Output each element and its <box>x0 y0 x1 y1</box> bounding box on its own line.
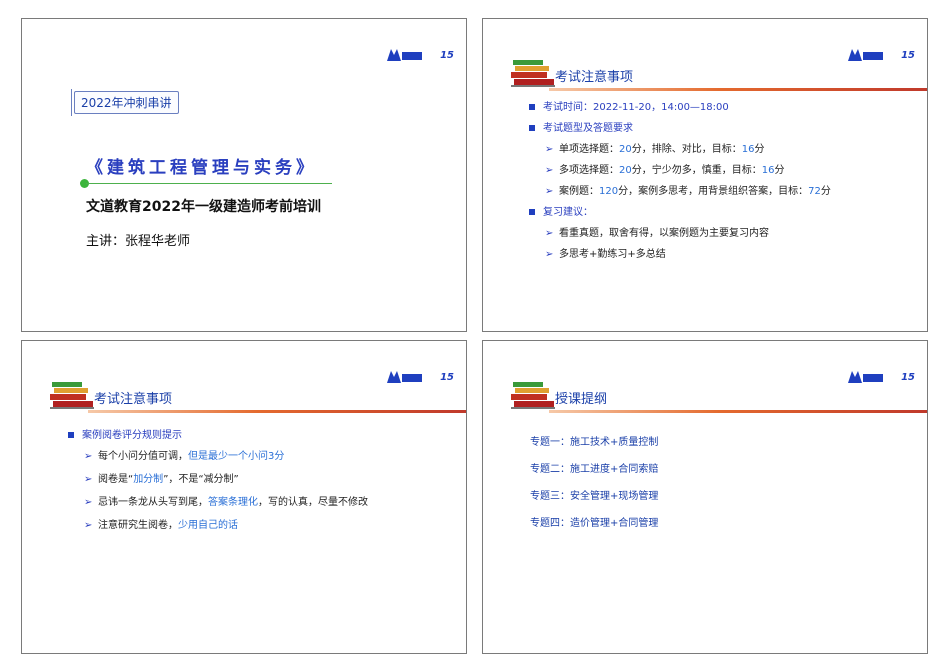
books-icon <box>511 382 555 409</box>
header-line <box>549 410 927 413</box>
list-item: 复习建议： <box>529 206 831 227</box>
logo: 15 <box>385 369 454 385</box>
topic-item: 专题二：施工进度+合同索赔 <box>530 464 659 475</box>
rules-list: 案例阅卷评分规则提示 ➢ 每个小问分值可调，但是最少一个小问3分 ➢ 阅卷是“加分制… <box>68 429 368 542</box>
books-icon <box>511 60 555 87</box>
header-line <box>549 88 927 91</box>
list-subitem: ➢ 单项选择题：20分，排除、对比，目标：16分 <box>545 144 765 155</box>
slide-cover: 15 2022年冲刺串讲 《建筑工程管理与实务》 文道教育2022年一级建造师考… <box>21 18 467 332</box>
list-subitem: ➢ 看重真题，取舍有得，以案例题为主要复习内容 <box>545 228 769 239</box>
slide-grading-rules: 15 考试注意事项 案例阅卷评分规则提示 ➢ 每个小问分值可调，但是最少一个小问3… <box>21 340 467 654</box>
slide-exam-notes: 15 考试注意事项 考试时间：2022-11-20，14:00—18:00 考试… <box>482 18 928 332</box>
main-title: 《建筑工程管理与实务》 <box>86 158 317 178</box>
logo-number: 15 <box>901 49 915 61</box>
list-subitem: ➢ 注意研究生阅卷，少用自己的话 <box>84 520 238 531</box>
books-icon <box>50 382 94 409</box>
subtitle: 文道教育2022年一级建造师考前培训 <box>86 199 321 215</box>
logo: 15 <box>846 369 915 385</box>
header-title: 考试注意事项 <box>555 70 634 85</box>
header-title: 授课提纲 <box>555 392 608 407</box>
logo: 15 <box>846 47 915 63</box>
logo-icon <box>387 371 423 383</box>
slide-outline: 15 授课提纲 专题一：施工技术+质量控制 专题二：施工进度+合同索赔 专题三：… <box>482 340 928 654</box>
notes-list: 考试时间：2022-11-20，14:00—18:00 考试题型及答题要求 ➢ 单… <box>529 101 831 269</box>
logo: 15 <box>385 47 454 63</box>
list-item: 考试题型及答题要求 <box>529 122 831 143</box>
logo-icon <box>848 371 884 383</box>
list-subitem: ➢ 忌讳一条龙从头写到尾，答案条理化，写的认真，尽量不修改 <box>84 497 368 508</box>
topic-item: 专题四：造价管理+合同管理 <box>530 518 659 529</box>
list-item: 案例阅卷评分规则提示 <box>68 429 368 450</box>
badge: 2022年冲刺串讲 <box>71 89 179 116</box>
list-subitem: ➢ 阅卷是“加分制”，不是“减分制” <box>84 474 239 485</box>
list-subitem: ➢ 每个小问分值可调，但是最少一个小问3分 <box>84 451 285 462</box>
list-subitem: ➢ 案例题：120分，案例多思考，用背景组织答案，目标：72分 <box>545 186 831 197</box>
list-subitem: ➢ 多项选择题：20分，宁少勿多，慎重，目标：16分 <box>545 165 785 176</box>
logo-number: 15 <box>440 371 454 383</box>
header-line <box>88 410 466 413</box>
logo-icon <box>848 49 884 61</box>
logo-number: 15 <box>901 371 915 383</box>
topic-item: 专题一：施工技术+质量控制 <box>530 437 659 448</box>
list-item: 考试时间：2022-11-20，14:00—18:00 <box>529 101 831 122</box>
divider <box>86 183 332 184</box>
logo-number: 15 <box>440 49 454 61</box>
header-title: 考试注意事项 <box>94 392 173 407</box>
lecturer: 主讲：张程华老师 <box>86 234 191 249</box>
logo-icon <box>387 49 423 61</box>
topic-item: 专题三：安全管理+现场管理 <box>530 491 659 502</box>
list-subitem: ➢ 多思考+勤练习+多总结 <box>545 249 666 260</box>
